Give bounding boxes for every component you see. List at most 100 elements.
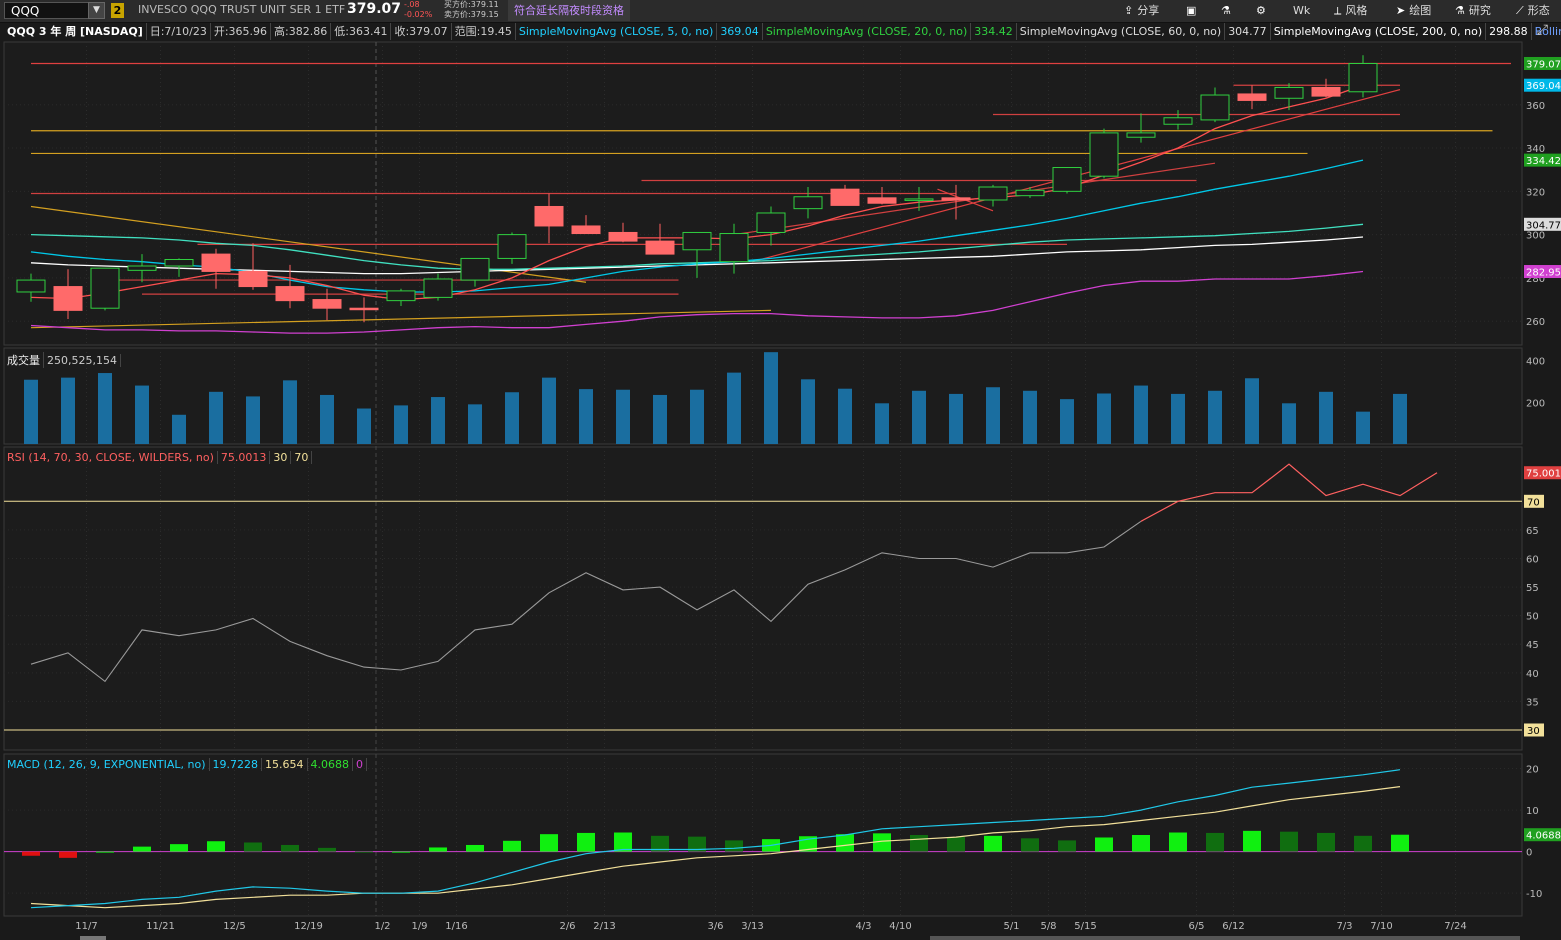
macd-histogram-bar bbox=[836, 834, 854, 852]
candle-body bbox=[571, 225, 601, 235]
candle-body bbox=[1311, 86, 1341, 97]
volume-bar bbox=[505, 392, 519, 444]
candle-body bbox=[275, 286, 305, 302]
volume-bar bbox=[283, 380, 297, 444]
volume-bar bbox=[1319, 391, 1333, 444]
macd-histogram-bar bbox=[392, 851, 410, 853]
macd-value: 19.7228 bbox=[210, 758, 263, 771]
candle-body bbox=[1348, 62, 1378, 93]
macd-histogram-bar bbox=[1391, 834, 1409, 852]
candle-body bbox=[1163, 117, 1193, 125]
candle-body bbox=[238, 270, 268, 288]
candle-body bbox=[90, 267, 120, 309]
candle-body bbox=[534, 205, 564, 227]
volume-value: 250,525,154 bbox=[44, 354, 121, 367]
rsi-tick-label: 35 bbox=[1526, 697, 1539, 708]
volume-bar bbox=[431, 397, 445, 444]
macd-histogram-bar bbox=[355, 851, 373, 853]
volume-bar bbox=[1097, 393, 1111, 444]
x-tick-label: 5/8 bbox=[1040, 921, 1056, 932]
volume-bar bbox=[320, 394, 334, 444]
rsi-tick-label: 55 bbox=[1526, 583, 1539, 594]
price-tag-label: 379.07 bbox=[1526, 59, 1561, 70]
chart-canvas[interactable]: 11/7 11/21 12/5 12/19 1/2 1/9 1/16 2/6 2/13 3/6 3/… bbox=[0, 0, 1561, 940]
x-tick-label: 2/6 bbox=[559, 921, 575, 932]
macd-histogram-bar bbox=[1169, 832, 1187, 852]
macd-tick-label: 10 bbox=[1526, 806, 1539, 817]
rsi-tick-label: 45 bbox=[1526, 640, 1539, 651]
x-tick-label: 4/3 bbox=[855, 921, 871, 932]
rsi-label[interactable]: RSI (14, 70, 30, CLOSE, WILDERS, no) bbox=[4, 451, 218, 464]
macd-histogram-bar bbox=[466, 844, 484, 852]
macd-histogram-bar bbox=[984, 835, 1002, 852]
macd-histogram-bar bbox=[540, 834, 558, 852]
volume-bar bbox=[1356, 411, 1370, 444]
volume-bar bbox=[24, 379, 38, 444]
x-tick-label: 6/12 bbox=[1222, 921, 1244, 932]
x-tick-label: 7/3 bbox=[1336, 921, 1352, 932]
volume-bar bbox=[357, 408, 371, 444]
x-tick-label: 3/13 bbox=[741, 921, 763, 932]
macd-histogram-bar bbox=[1243, 830, 1261, 852]
price-tick-label: 260 bbox=[1526, 317, 1545, 328]
candle-body bbox=[497, 234, 527, 259]
macd-histogram-bar bbox=[1132, 835, 1150, 852]
volume-label: 成交量 bbox=[4, 352, 44, 368]
horizontal-scrollbar bbox=[80, 936, 106, 940]
candle-body bbox=[164, 259, 194, 267]
volume-bar bbox=[1393, 393, 1407, 444]
rsi-oversold: 30 bbox=[270, 451, 292, 464]
volume-bar bbox=[468, 404, 482, 444]
candle-body bbox=[127, 265, 157, 271]
x-tick-label: 6/5 bbox=[1188, 921, 1204, 932]
macd-histogram-bar bbox=[577, 832, 595, 852]
candle-body bbox=[201, 253, 231, 272]
price-tag-label: 334.42 bbox=[1526, 156, 1561, 167]
macd-histogram-bar bbox=[947, 837, 965, 852]
macd-histogram-bar bbox=[96, 851, 114, 853]
volume-bar bbox=[172, 414, 186, 444]
x-tick-label: 7/24 bbox=[1444, 921, 1466, 932]
volume-bar bbox=[838, 388, 852, 444]
macd-histogram-bar bbox=[1317, 832, 1335, 852]
volume-tick-label: 200 bbox=[1526, 398, 1545, 409]
x-tick-label: 11/21 bbox=[146, 921, 175, 932]
candle-body bbox=[1237, 93, 1267, 101]
volume-bar bbox=[1060, 399, 1074, 444]
x-tick-label: 1/2 bbox=[374, 921, 390, 932]
volume-bar bbox=[912, 390, 926, 444]
rsi-value: 75.0013 bbox=[218, 451, 271, 464]
x-tick-label: 12/19 bbox=[294, 921, 323, 932]
volume-bar bbox=[542, 377, 556, 444]
macd-histogram-bar bbox=[22, 851, 40, 856]
x-tick-label: 5/1 bbox=[1003, 921, 1019, 932]
macd-tick-label: 20 bbox=[1526, 765, 1539, 776]
candle-body bbox=[682, 231, 712, 251]
volume-bar bbox=[616, 389, 630, 444]
macd-histogram-bar bbox=[1354, 835, 1372, 852]
volume-bar bbox=[98, 373, 112, 444]
candle-body bbox=[1126, 132, 1156, 138]
volume-bar bbox=[764, 352, 778, 444]
x-tick-label: 11/7 bbox=[75, 921, 97, 932]
macd-tick-label: 0 bbox=[1526, 848, 1532, 859]
horizontal-scrollbar-track bbox=[930, 936, 1520, 940]
price-tick-label: 320 bbox=[1526, 187, 1545, 198]
candle-body bbox=[16, 279, 46, 293]
candle-body bbox=[1015, 189, 1045, 197]
rsi-tick-label: 60 bbox=[1526, 554, 1539, 565]
volume-bar bbox=[1282, 403, 1296, 444]
macd-label[interactable]: MACD (12, 26, 9, EXPONENTIAL, no) bbox=[4, 758, 210, 771]
volume-bar bbox=[801, 379, 815, 444]
volume-bar bbox=[135, 385, 149, 444]
rsi-level-label: 70 bbox=[1527, 497, 1540, 508]
rsi-tick-label: 50 bbox=[1526, 612, 1539, 623]
candle-body bbox=[423, 278, 453, 298]
macd-histogram-bar bbox=[910, 835, 928, 852]
price-tag-label: 369.04 bbox=[1526, 81, 1561, 92]
candle-body bbox=[978, 186, 1008, 201]
macd-tick-label: -10 bbox=[1526, 889, 1542, 900]
volume-bar bbox=[1134, 385, 1148, 444]
macd-histogram-bar bbox=[614, 832, 632, 852]
rsi-overbought: 70 bbox=[291, 451, 313, 464]
